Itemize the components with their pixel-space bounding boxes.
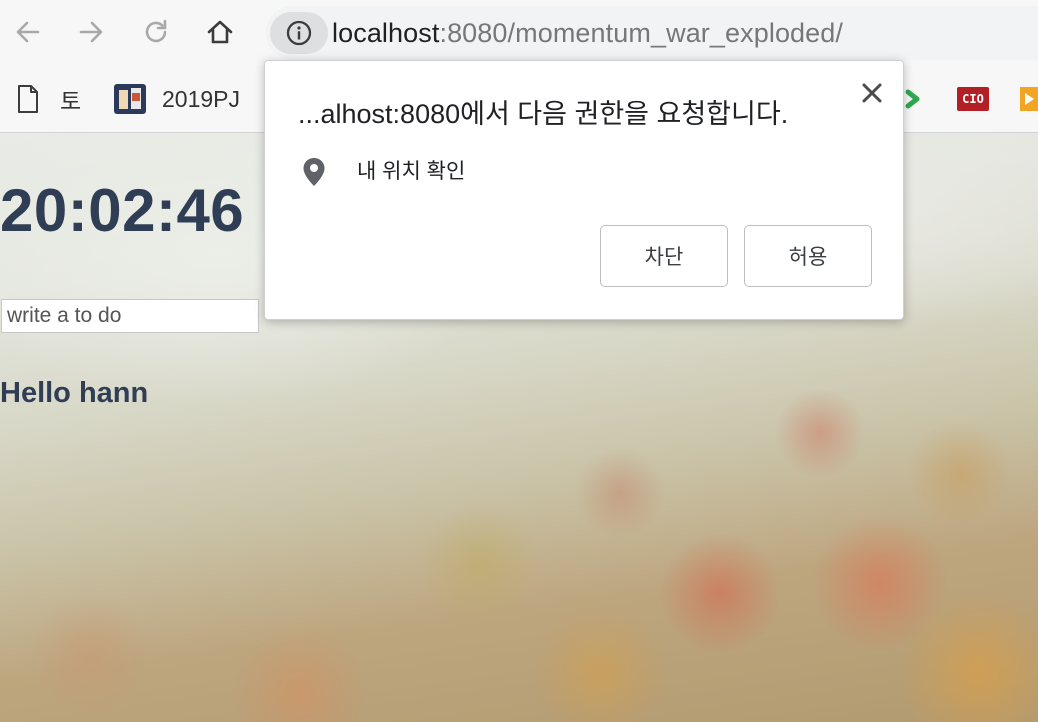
bookmark-item[interactable] <box>1020 82 1038 116</box>
greeting: Hello hann <box>0 377 149 409</box>
info-icon <box>286 20 312 46</box>
permission-row <box>301 156 327 188</box>
location-pin-icon <box>303 158 325 186</box>
allow-button[interactable]: 허용 <box>744 225 872 287</box>
bookmark-label: 토 <box>60 88 82 114</box>
bookmark-item[interactable] <box>904 82 924 116</box>
bookmark-item[interactable]: CIO <box>957 82 989 116</box>
block-button[interactable]: 차단 <box>600 225 728 287</box>
bookmark-label: 2019PJ <box>162 85 241 112</box>
project-favicon-icon <box>114 84 146 114</box>
forward-arrow-icon <box>79 21 103 43</box>
dialog-title: ...alhost:8080에서 다음 권한을 요청합니다. <box>298 99 789 129</box>
permission-label: 내 위치 확인 <box>357 160 466 183</box>
close-button[interactable] <box>857 78 887 108</box>
reload-icon <box>145 19 167 43</box>
bookmark-item[interactable]: 2019PJ <box>114 82 240 116</box>
site-info-button[interactable] <box>270 12 328 54</box>
todo-input[interactable] <box>1 299 259 333</box>
address-bar[interactable]: localhost:8080/momentum_war_exploded/ <box>266 6 1038 60</box>
home-button[interactable] <box>202 14 238 50</box>
url-host: localhost <box>332 18 440 48</box>
play-favicon-icon <box>1020 87 1038 111</box>
url-path: :8080/momentum_war_exploded/ <box>439 18 844 48</box>
back-arrow-icon <box>16 21 40 43</box>
close-icon <box>862 83 882 103</box>
green-chevron-icon <box>905 89 920 109</box>
back-button[interactable] <box>10 14 46 50</box>
reload-button[interactable] <box>138 14 174 50</box>
cio-favicon-icon: CIO <box>957 87 989 111</box>
forward-button[interactable] <box>73 14 109 50</box>
document-icon <box>18 85 38 113</box>
url-text[interactable]: localhost:8080/momentum_war_exploded/ <box>332 16 843 50</box>
browser-toolbar: localhost:8080/momentum_war_exploded/ <box>0 0 1038 66</box>
bookmark-item[interactable]: 토 <box>16 82 81 116</box>
cio-label: CIO <box>962 92 984 106</box>
clock: 20:02:46 <box>0 177 245 244</box>
permission-dialog: ...alhost:8080에서 다음 권한을 요청합니다. 내 위치 확인 차… <box>264 60 904 320</box>
home-icon <box>207 20 233 44</box>
